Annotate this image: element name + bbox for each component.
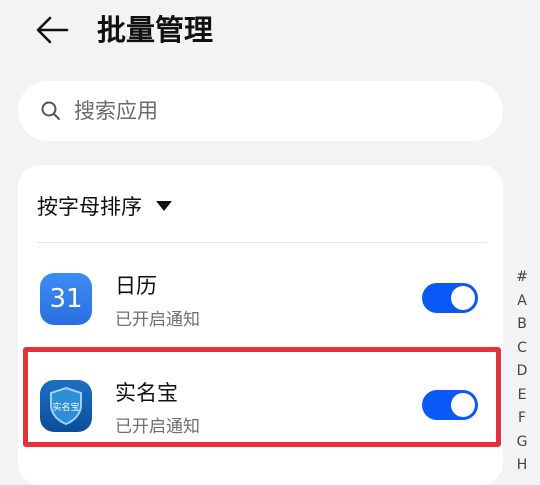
- app-name: 日历: [115, 274, 157, 298]
- index-letter[interactable]: B: [510, 313, 534, 337]
- header: 批量管理: [0, 0, 540, 62]
- toggle-knob: [451, 286, 475, 310]
- alphabet-index[interactable]: # A B C D E F G H: [510, 266, 534, 478]
- shield-icon-text: 实名宝: [52, 401, 79, 413]
- index-letter[interactable]: E: [510, 384, 534, 408]
- app-status: 已开启通知: [115, 310, 200, 330]
- calendar-icon-text: 31: [49, 284, 83, 314]
- sort-dropdown[interactable]: 按字母排序: [37, 191, 172, 221]
- index-letter[interactable]: D: [510, 360, 534, 384]
- list-item-calendar[interactable]: 31 日历 已开启通知: [18, 253, 503, 343]
- caret-down-icon: [156, 201, 172, 211]
- notification-toggle[interactable]: [422, 283, 478, 313]
- index-letter[interactable]: #: [510, 266, 534, 290]
- arrow-left-icon: [36, 16, 69, 44]
- app-list-card: 按字母排序 31 日历 已开启通知 实名宝 实名宝 已开启通知: [18, 165, 503, 485]
- shield-icon: 实名宝: [40, 380, 92, 432]
- index-letter[interactable]: A: [510, 290, 534, 314]
- page-title: 批量管理: [97, 13, 214, 47]
- list-item-shimingbao[interactable]: 实名宝 实名宝 已开启通知: [18, 360, 503, 450]
- index-letter[interactable]: H: [510, 454, 534, 478]
- notification-toggle[interactable]: [422, 390, 478, 420]
- search-input[interactable]: [72, 98, 476, 124]
- search-bar[interactable]: [18, 81, 503, 141]
- index-letter[interactable]: C: [510, 337, 534, 361]
- index-letter[interactable]: G: [510, 431, 534, 455]
- app-name: 实名宝: [115, 381, 178, 405]
- index-letter[interactable]: F: [510, 407, 534, 431]
- search-icon: [38, 98, 64, 124]
- app-status: 已开启通知: [115, 417, 200, 437]
- calendar-icon: 31: [40, 273, 92, 325]
- sort-label: 按字母排序: [37, 195, 142, 219]
- back-button[interactable]: [32, 10, 72, 50]
- divider: [37, 242, 486, 243]
- toggle-knob: [451, 393, 475, 417]
